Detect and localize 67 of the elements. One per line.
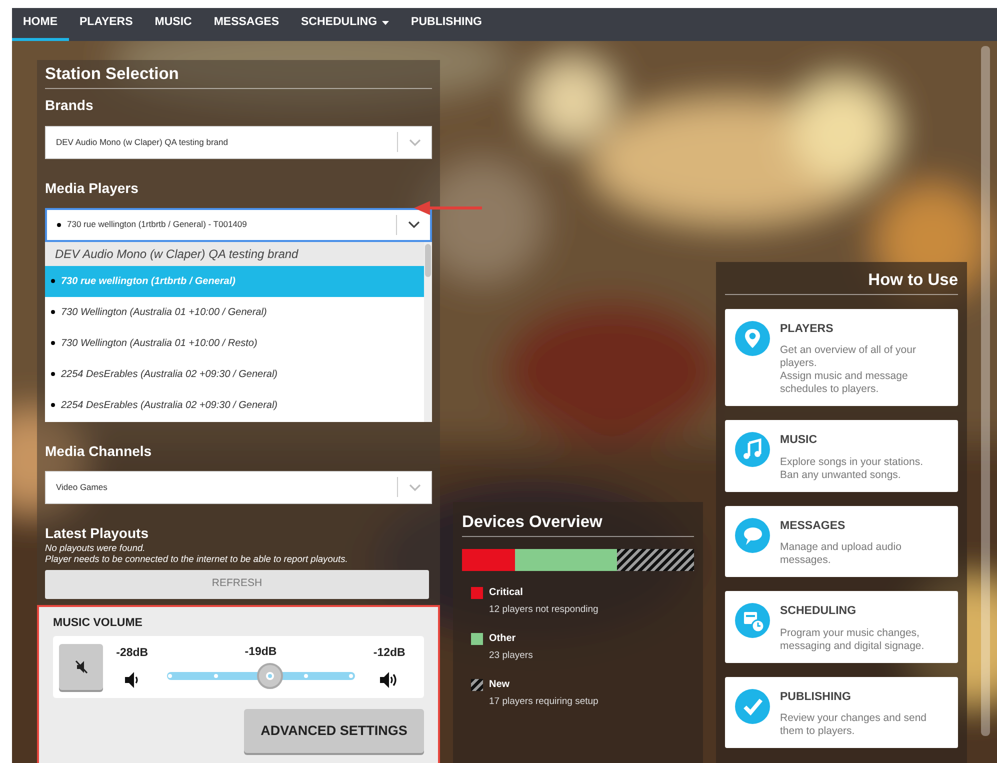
section-title: Latest Playouts (45, 526, 150, 540)
speech-bubble-icon (735, 518, 770, 553)
calendar-clock-icon (735, 603, 770, 638)
nav-tab[interactable]: MESSAGES (202, 8, 290, 41)
location-pin-icon (735, 320, 770, 356)
chevron-icon (408, 138, 420, 146)
dropdown-option[interactable]: 2254 DesErables (Australia 02 +09:30 / General) (45, 390, 424, 420)
section-title: Media Players (45, 180, 140, 194)
menu-tab[interactable]: SCHEDULING (290, 8, 400, 41)
dropdown-option[interactable]: 730 Wellington (Australia 01 +10:00 / General) (45, 296, 424, 328)
select-field[interactable]: 730 rue wellington (1rtbrtb / General) - T001409 (45, 208, 432, 242)
speaker-icon (124, 670, 140, 689)
card-description: Get an overview of all of your players. (780, 344, 917, 370)
volume-label: -19dB (244, 645, 277, 660)
panel-title: Devices Overview (462, 512, 604, 530)
scrollbar[interactable] (424, 242, 432, 422)
check-icon (735, 688, 770, 724)
select-field[interactable]: Video Games (45, 470, 432, 504)
legend-detail: 12 players not responding (489, 602, 598, 616)
dropdown-option[interactable]: 2254 DesErables (Australia 02 +09:30 / General) (45, 358, 424, 390)
option-group-label: DEV Audio Mono (w Claper) QA testing brand (45, 242, 424, 266)
mute-button[interactable] (59, 644, 104, 690)
caret-icon (382, 21, 390, 25)
dropdown-option[interactable]: 730 Wellington (Australia 01 +10:00 / Resto) (45, 328, 424, 358)
card-description: Program your music changes, messaging and digital signage. (780, 626, 926, 653)
help-card[interactable]: MUSIC Explore songs in your stations. Ban any unwanted songs. (725, 420, 958, 492)
status-text: No playouts were found. (45, 542, 146, 554)
card-title: PLAYERS (780, 322, 834, 336)
card-title: SCHEDULING (780, 604, 858, 620)
card-description: Manage and upload audio messages. (780, 541, 902, 568)
volume-label: -28dB (116, 646, 148, 662)
chevron-icon (408, 484, 420, 490)
legend-detail: 17 players requiring setup (489, 695, 598, 709)
card-title: MUSIC (780, 433, 818, 448)
help-card[interactable]: MESSAGES Manage and upload audio messages. (725, 506, 958, 578)
legend-label: Other (489, 632, 517, 646)
slider-thumb[interactable] (257, 662, 284, 689)
bullet-icon (57, 222, 61, 226)
nav-tab[interactable]: PLAYERS (68, 8, 144, 41)
help-card[interactable]: SCHEDULING Program your music changes, messaging and digital signage. (725, 591, 958, 663)
panel-title: How to Use (867, 270, 958, 288)
section-title: Media Channels (45, 444, 153, 458)
chevron-icon (408, 221, 420, 228)
panel-title: Station Selection (45, 64, 180, 82)
card-description: Review your changes and send them to players. (780, 712, 928, 738)
nav-tab[interactable]: PUBLISHING (400, 8, 493, 41)
card-description: Ban any unwanted songs. (780, 468, 902, 482)
volume-label: -12dB (373, 646, 406, 662)
loud-speaker-icon (379, 670, 400, 689)
legend-detail: 23 players (489, 648, 533, 663)
help-card[interactable]: PLAYERS Get an overview of all of your players. Assign music and message schedules to players. (725, 308, 958, 406)
card-title: MESSAGES (780, 518, 846, 534)
legend-label: Critical (489, 586, 524, 600)
section-title: Brands (45, 98, 94, 112)
panel-title: MUSIC VOLUME (53, 616, 144, 631)
music-note-icon (735, 432, 770, 468)
hint-text: Player needs to be connected to the internet to be able to report playouts. (45, 554, 349, 566)
card-title: PUBLISHING (780, 690, 852, 705)
card-description: Assign music and message schedules to players. (780, 370, 909, 396)
select-field[interactable]: DEV Audio Mono (w Claper) QA testing brand (45, 126, 432, 158)
scrollbar[interactable] (981, 46, 990, 736)
nav-tab[interactable]: MUSIC (144, 8, 203, 41)
legend-label: New (489, 678, 511, 692)
card-description: Explore songs in your stations. (780, 456, 923, 469)
muted-speaker-icon (74, 660, 88, 674)
advanced-settings-button[interactable]: ADVANCED SETTINGS (244, 708, 424, 753)
help-card[interactable]: PUBLISHING Review your changes and send them to players. (725, 676, 958, 748)
